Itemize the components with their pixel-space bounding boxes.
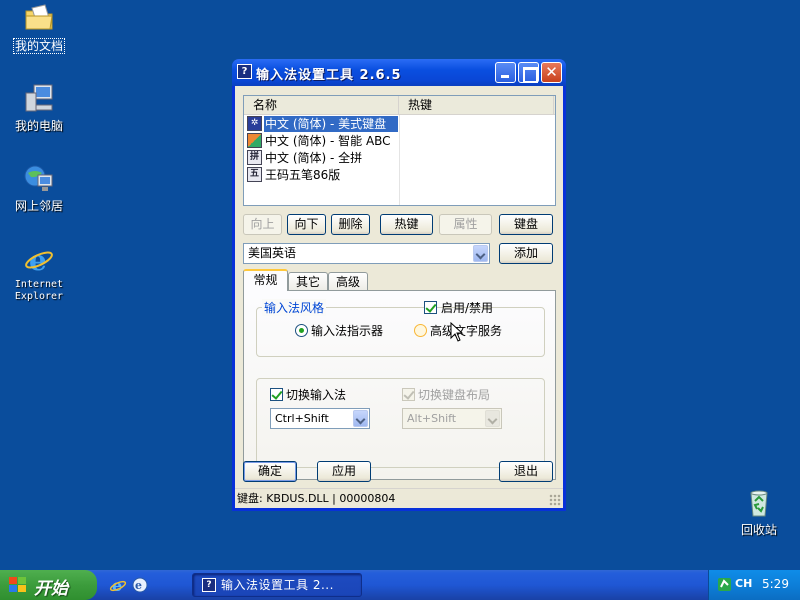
desktop-icon-my-computer[interactable]: 我的电脑 (7, 83, 71, 133)
language-select[interactable]: 美国英语 (243, 243, 490, 264)
us-keyboard-icon: ✲ (247, 116, 262, 131)
switch-ime-label[interactable]: 切换输入法 (286, 386, 346, 403)
close-button[interactable]: ✕ (541, 62, 562, 83)
start-label: 开始 (34, 579, 68, 599)
switch-keyboard-label: 切换键盘布局 (418, 388, 491, 402)
switch-ime-hotkey-value: Ctrl+Shift (275, 412, 329, 425)
wubi-ime-icon: 五 (247, 167, 262, 182)
chevron-down-icon (485, 410, 500, 427)
svg-text:e: e (135, 579, 142, 592)
window-client-area: 名称 热键 ✲ 中文 (简体) - 美式键盘 中文 (简体) - 智能 ABC … (235, 86, 563, 508)
tab-page-general: 输入法风格 启用/禁用 输入法指示器 高级文字服务 切换输入法 Ctrl+Shi… (243, 290, 556, 480)
resize-grip-icon[interactable] (549, 494, 561, 506)
status-text: 键盘: KBDUS.DLL | 00000804 (237, 492, 396, 505)
desktop-icon-label: Internet Explorer (14, 279, 64, 302)
outlook-express-icon[interactable]: e (131, 576, 149, 594)
radio-indicator[interactable] (295, 324, 308, 337)
close-icon: ✕ (545, 63, 558, 81)
radio-advanced-services-label[interactable]: 高级文字服务 (430, 322, 502, 339)
desktop-icon-internet-explorer[interactable]: e Internet Explorer (7, 243, 71, 303)
internet-explorer-icon[interactable]: e (109, 576, 127, 594)
add-button[interactable]: 添加 (499, 243, 553, 264)
ime-tray-icon[interactable] (717, 577, 732, 592)
language-indicator[interactable]: CH (735, 577, 752, 590)
hotkey-button[interactable]: 热键 (380, 214, 433, 235)
list-item-name: 中文 (简体) - 智能 ABC (265, 134, 391, 148)
quanpin-ime-icon: 拼 (247, 150, 262, 165)
status-bar: 键盘: KBDUS.DLL | 00000804 (235, 488, 563, 508)
app-help-icon: ? (202, 578, 216, 592)
ime-style-group-title: 输入法风格 (262, 299, 327, 316)
language-select-value: 美国英语 (248, 246, 297, 260)
move-up-button[interactable]: 向上 (243, 214, 282, 235)
maximize-button[interactable] (518, 62, 539, 83)
radio-indicator-label[interactable]: 输入法指示器 (311, 322, 383, 339)
desktop-icon-label: 回收站 (740, 523, 777, 537)
title-bar[interactable]: ? 输入法设置工具 2.6.5 ✕ (232, 59, 566, 86)
list-header: 名称 热键 (244, 96, 555, 115)
system-tray: CH 5:29 (708, 570, 800, 600)
properties-button[interactable]: 属性 (439, 214, 492, 235)
column-header-name[interactable]: 名称 (244, 96, 399, 114)
app-help-icon: ? (237, 64, 252, 79)
network-icon (23, 163, 55, 195)
column-header-hotkey[interactable]: 热键 (399, 96, 554, 114)
list-item[interactable]: 拼 中文 (简体) - 全拼 (245, 150, 555, 166)
list-item-name: 中文 (简体) - 美式键盘 (265, 117, 387, 131)
delete-button[interactable]: 删除 (331, 214, 370, 235)
ime-settings-window: ? 输入法设置工具 2.6.5 ✕ 名称 热键 ✲ 中文 (简体) - 美式键盘… (232, 59, 566, 511)
window-title: 输入法设置工具 2.6.5 (256, 68, 402, 83)
list-item[interactable]: 五 王码五笔86版 (245, 167, 555, 183)
mouse-cursor-icon (450, 322, 464, 342)
keyboard-button[interactable]: 键盘 (499, 214, 553, 235)
list-item-name: 中文 (简体) - 全拼 (265, 151, 363, 165)
minimize-button[interactable] (495, 62, 516, 83)
tab-advanced[interactable]: 高级 (328, 272, 368, 291)
windows-logo-icon (9, 577, 27, 593)
taskbar: 开始 e e ? 输入法设置工具 2... CH 5:29 (0, 570, 800, 600)
desktop-icon-my-documents[interactable]: 我的文档 (7, 2, 71, 54)
chevron-down-icon[interactable] (473, 245, 488, 262)
list-item-name: 王码五笔86版 (265, 168, 341, 182)
start-button[interactable]: 开始 (0, 570, 97, 600)
computer-icon (23, 83, 55, 115)
switch-ime-checkbox[interactable] (270, 388, 283, 401)
desktop-icon-label: 网上邻居 (14, 199, 63, 213)
list-item[interactable]: 中文 (简体) - 智能 ABC (245, 133, 555, 149)
chevron-down-icon[interactable] (353, 410, 368, 427)
abc-ime-icon (247, 133, 262, 148)
ok-button[interactable]: 确定 (243, 461, 297, 482)
desktop-icon-recycle-bin[interactable]: 回收站 (727, 487, 791, 537)
tab-general[interactable]: 常规 (243, 269, 288, 291)
internet-explorer-icon: e (23, 243, 55, 277)
recycle-bin-icon (743, 487, 775, 519)
folder-icon (23, 2, 55, 34)
switch-keyboard-hotkey-select[interactable]: Alt+Shift (402, 408, 502, 429)
switch-keyboard-checkbox[interactable] (402, 388, 415, 401)
exit-button[interactable]: 退出 (499, 461, 553, 482)
enable-checkbox[interactable] (424, 301, 437, 314)
switch-ime-hotkey-select[interactable]: Ctrl+Shift (270, 408, 370, 429)
taskbar-item-ime-settings[interactable]: ? 输入法设置工具 2... (192, 573, 362, 597)
taskbar-item-label: 输入法设置工具 2... (221, 578, 334, 592)
move-down-button[interactable]: 向下 (287, 214, 326, 235)
ime-list[interactable]: 名称 热键 ✲ 中文 (简体) - 美式键盘 中文 (简体) - 智能 ABC … (243, 95, 556, 206)
radio-advanced-services[interactable] (414, 324, 427, 337)
apply-button[interactable]: 应用 (317, 461, 371, 482)
enable-label[interactable]: 启用/禁用 (441, 299, 493, 316)
clock[interactable]: 5:29 (762, 577, 789, 591)
desktop-icon-label: 我的文档 (12, 38, 65, 54)
desktop-icon-label: 我的电脑 (14, 119, 63, 133)
tab-other[interactable]: 其它 (288, 272, 328, 291)
list-item[interactable]: ✲ 中文 (简体) - 美式键盘 (245, 116, 555, 132)
switch-keyboard-hotkey-value: Alt+Shift (407, 412, 457, 425)
desktop-icon-network-places[interactable]: 网上邻居 (7, 163, 71, 213)
